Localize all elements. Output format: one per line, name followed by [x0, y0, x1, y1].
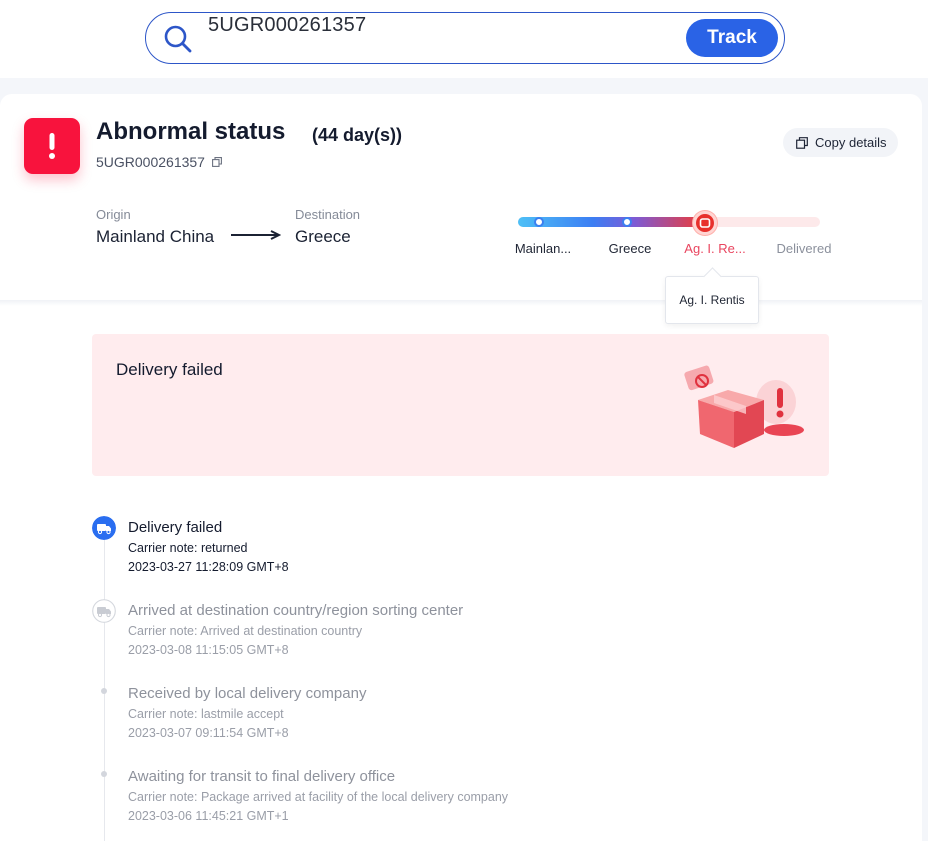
- stage-tooltip: Ag. I. Rentis: [665, 276, 759, 324]
- stage-label-origin: Mainlan...: [514, 241, 572, 256]
- failed-package-illustration: [684, 365, 804, 448]
- event-title: Received by local delivery company: [128, 685, 367, 702]
- origin-value: Mainland China: [96, 227, 215, 246]
- stage-dot-current: [693, 211, 717, 235]
- stage-dot-origin: [534, 217, 544, 227]
- event-note: Carrier note: returned: [128, 541, 248, 555]
- copy-icon[interactable]: [212, 157, 222, 167]
- package-icon: [699, 218, 711, 228]
- destination-value: Greece: [295, 227, 351, 246]
- timeline-event: Arrived at destination country/region so…: [128, 602, 463, 658]
- header-divider: [0, 300, 922, 306]
- copy-details-label: Copy details: [815, 135, 887, 150]
- event-time: 2023-03-07 09:11:54 GMT+8: [128, 726, 289, 740]
- timeline-dot: [101, 771, 107, 777]
- event-note: Carrier note: lastmile accept: [128, 707, 284, 721]
- truck-icon: [92, 516, 116, 540]
- stage-label-destination: Greece: [608, 241, 652, 256]
- track-button[interactable]: Track: [686, 19, 778, 57]
- event-note: Carrier note: Arrived at destination cou…: [128, 624, 363, 638]
- search-box[interactable]: 5UGR000261357 Track: [145, 12, 785, 64]
- stage-dot-destination: [622, 217, 632, 227]
- event-time: 2023-03-06 11:45:21 GMT+1: [128, 809, 289, 823]
- stage-label-delivered: Delivered: [776, 241, 832, 256]
- progress-fill: [518, 217, 706, 227]
- top-search-bar: 5UGR000261357 Track: [0, 0, 928, 78]
- copy-icon: [796, 137, 808, 149]
- stage-label-current: Ag. I. Re...: [684, 241, 746, 256]
- event-title: Delivery failed: [128, 519, 223, 536]
- status-days: (44 day(s)): [312, 125, 403, 145]
- truck-icon: [92, 599, 116, 623]
- timeline-event: Received by local delivery company Carri…: [128, 685, 366, 741]
- status-title: Abnormal status: [96, 118, 286, 145]
- copy-details-button[interactable]: Copy details: [783, 128, 898, 157]
- search-input[interactable]: 5UGR000261357: [208, 14, 366, 37]
- timeline-dot: [101, 688, 107, 694]
- status-banner: Delivery failed: [92, 334, 829, 476]
- search-icon: [164, 25, 192, 53]
- event-title: Awaiting for transit to final delivery o…: [128, 768, 396, 785]
- origin-label: Origin: [96, 207, 131, 222]
- arrow-right-icon: [231, 230, 281, 240]
- event-title: Arrived at destination country/region so…: [128, 602, 464, 619]
- destination-label: Destination: [295, 207, 361, 222]
- alert-badge: [24, 118, 80, 174]
- event-note: Carrier note: Package arrived at facilit…: [128, 790, 509, 804]
- exclamation-icon: [49, 133, 55, 159]
- timeline-event: Awaiting for transit to final delivery o…: [128, 768, 508, 824]
- timeline-event: Delivery failed Carrier note: returned 2…: [128, 519, 289, 575]
- progress-track: [518, 217, 820, 227]
- event-time: 2023-03-08 11:15:05 GMT+8: [128, 643, 289, 657]
- event-time: 2023-03-27 11:28:09 GMT+8: [128, 560, 289, 574]
- tracking-number: 5UGR000261357: [96, 154, 205, 170]
- banner-title: Delivery failed: [116, 360, 223, 379]
